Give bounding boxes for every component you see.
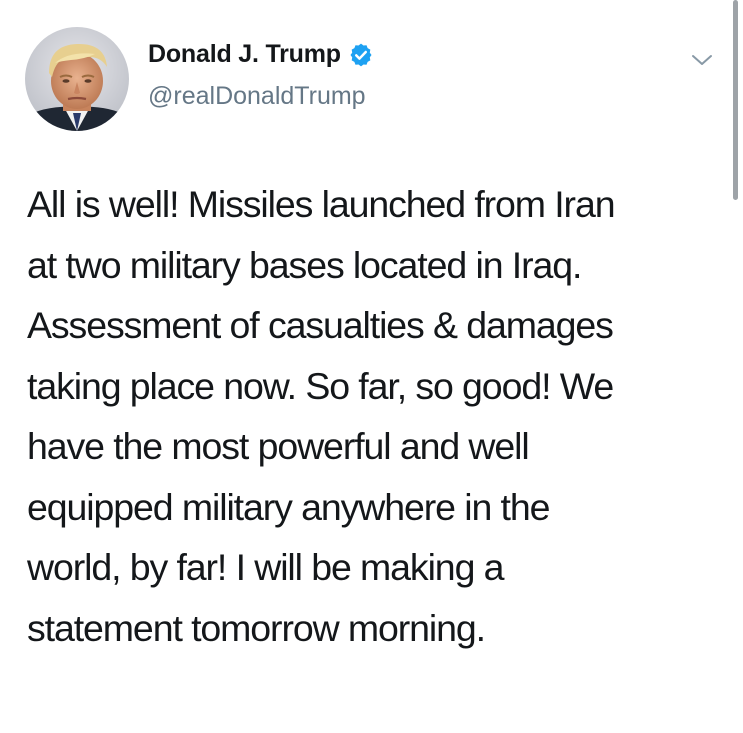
author-name-row: Donald J. Trump (148, 40, 374, 69)
verified-badge-icon (348, 42, 374, 68)
tweet-text-line: at two military bases located in Iraq. (27, 243, 582, 286)
tweet-text-line: All is well! Missiles launched from Iran (27, 183, 616, 225)
tweet-card: Donald J. Trump @realDonaldTrump All is … (0, 0, 743, 733)
tweet-text-line: world, by far! I will be making a (27, 546, 505, 588)
tweet-text-line: have the most powerful and well (27, 425, 530, 467)
tweet-text: All is well! Missiles launched from Iran… (27, 174, 717, 658)
tweet-text-line: Assessment of casualties & damages (27, 304, 614, 346)
avatar-image (25, 27, 129, 131)
tweet-text-line: taking place now. So far, so good! We (27, 364, 614, 407)
tweet-text-line: equipped military anywhere in the (27, 485, 550, 528)
user-handle[interactable]: @realDonaldTrump (148, 82, 366, 111)
scrollbar[interactable] (733, 0, 738, 200)
display-name[interactable]: Donald J. Trump (148, 40, 341, 69)
chevron-down-icon[interactable] (689, 50, 715, 70)
tweet-text-line: statement tomorrow morning. (27, 606, 486, 649)
avatar[interactable] (25, 27, 129, 131)
